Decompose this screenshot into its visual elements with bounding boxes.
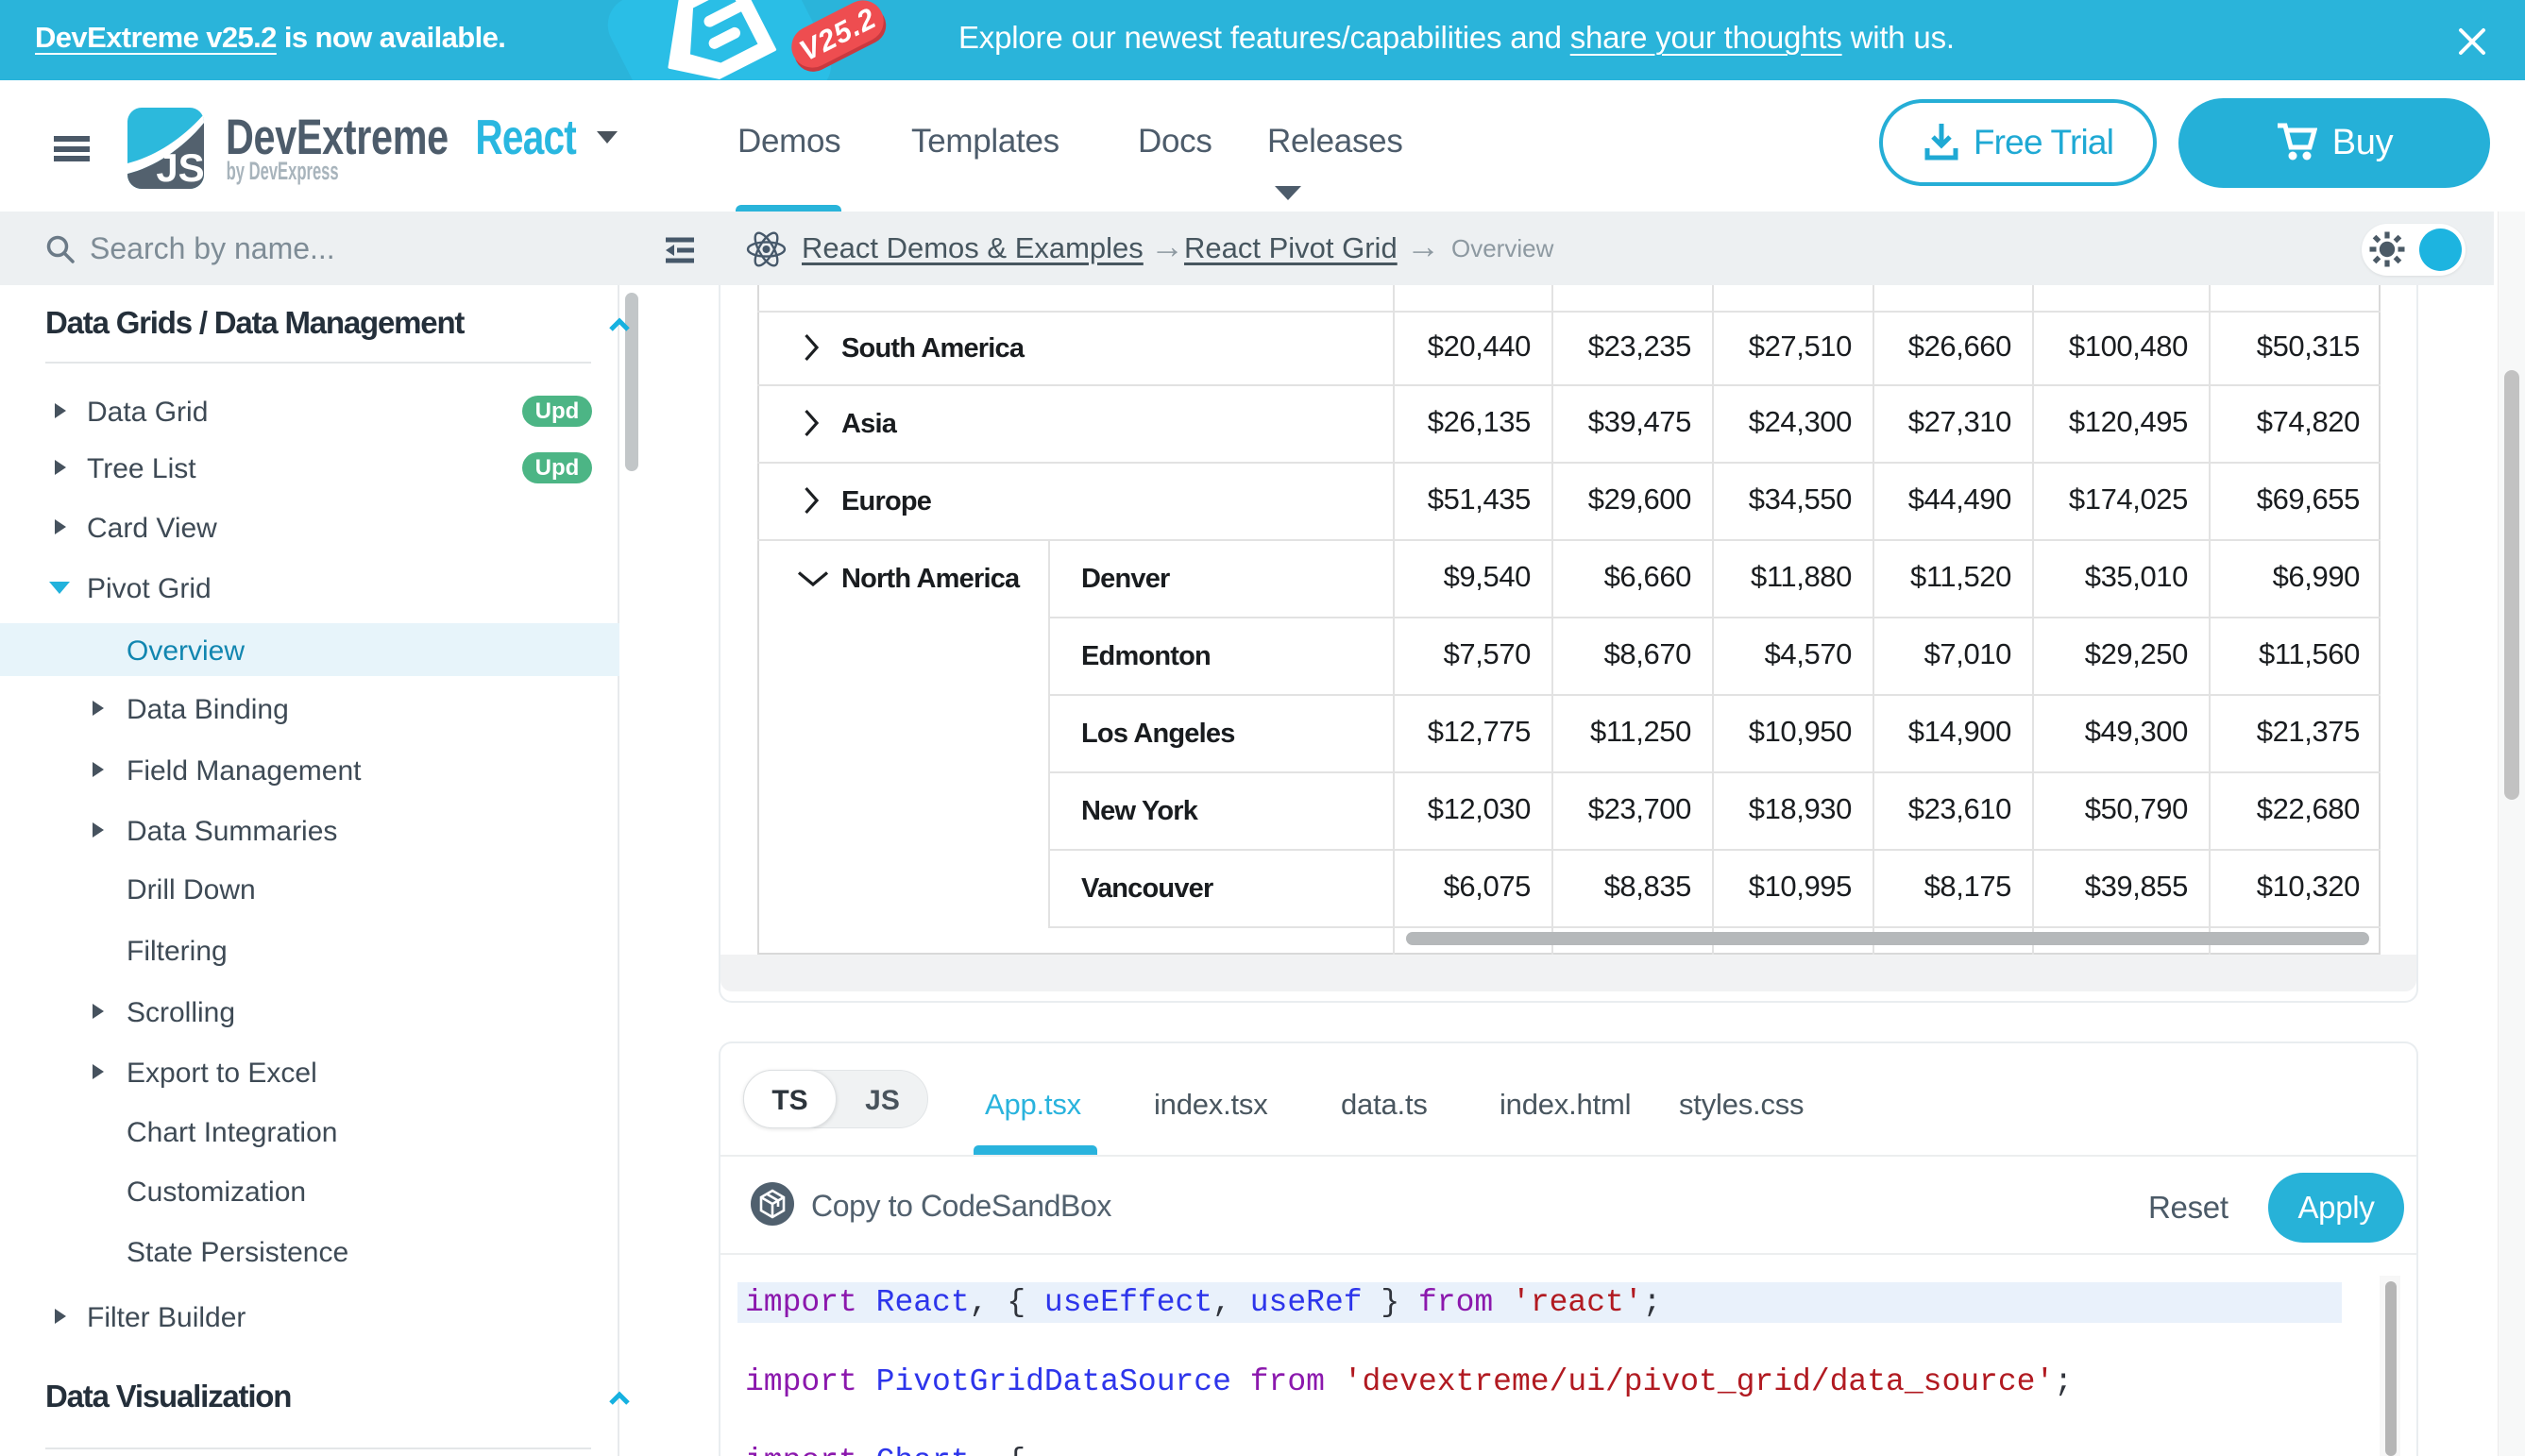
svg-text:React: React xyxy=(475,110,576,164)
svg-text:JS: JS xyxy=(156,145,204,189)
svg-text:by DevExpress: by DevExpress xyxy=(227,157,339,185)
